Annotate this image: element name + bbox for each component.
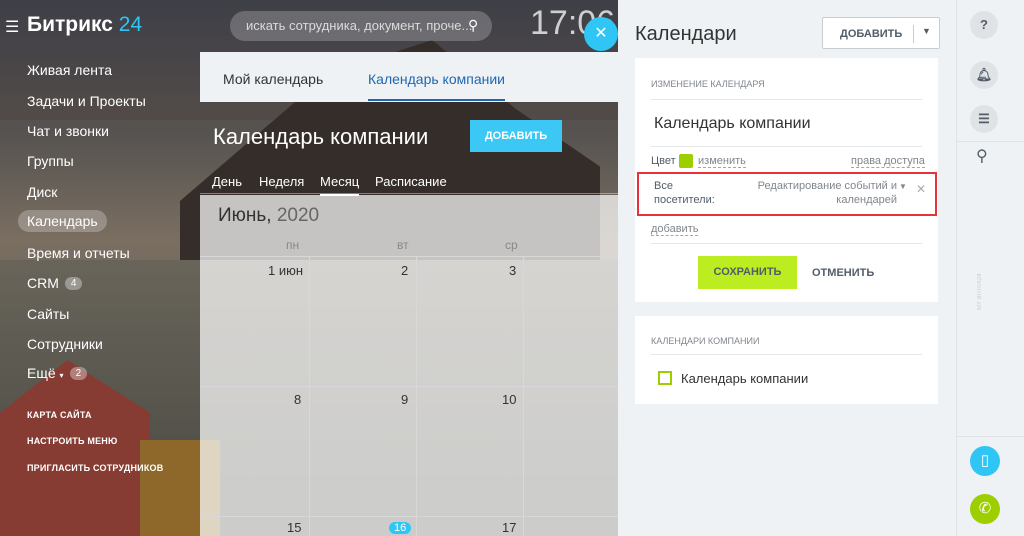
menu-item-calendar[interactable]: Календарь	[18, 210, 107, 232]
panel-add-button[interactable]: ДОБАВИТЬ ▼	[822, 17, 940, 49]
section-title: ИЗМЕНЕНИЕ КАЛЕНДАРЯ	[651, 79, 765, 89]
calendar-add-button[interactable]: ДОБАВИТЬ	[470, 120, 562, 152]
add-access-link[interactable]: добавить	[651, 223, 699, 236]
today-marker[interactable]: 16	[389, 522, 412, 534]
edit-calendar-card: ИЗМЕНЕНИЕ КАЛЕНДАРЯ Календарь компании Ц…	[635, 58, 938, 302]
menu-item-chat[interactable]: Чат и звонки	[27, 123, 109, 139]
weekday-header: пн	[286, 238, 300, 252]
menu-item-groups[interactable]: Группы	[27, 153, 74, 169]
calendar-area: Мой календарь Календарь компании Календа…	[200, 52, 620, 536]
configure-menu-link[interactable]: НАСТРОИТЬ МЕНЮ	[27, 436, 117, 446]
search-input[interactable]: искать сотрудника, документ, проче... ⚲	[230, 11, 492, 41]
menu-item-disk[interactable]: Диск	[27, 184, 57, 200]
mobile-app-icon[interactable]: ▯	[970, 446, 1000, 476]
day-cell[interactable]: 17	[502, 520, 516, 535]
search-icon[interactable]: ⚲	[976, 146, 988, 166]
section-title: КАЛЕНДАРИ КОМПАНИИ	[651, 336, 760, 346]
site-map-link[interactable]: КАРТА САЙТА	[27, 410, 92, 420]
day-cell[interactable]: 8	[294, 392, 301, 407]
remove-icon[interactable]: ✕	[916, 182, 926, 196]
company-calendars-card: КАЛЕНДАРИ КОМПАНИИ Календарь компании	[635, 316, 938, 404]
menu-item-feed[interactable]: Живая лента	[27, 62, 112, 78]
menu-burger-icon[interactable]: ☰	[5, 17, 19, 37]
calendar-name-input[interactable]: Календарь компании	[654, 115, 811, 133]
vertical-label: MY BITRIX24	[977, 273, 983, 310]
tab-my-calendar[interactable]: Мой календарь	[223, 71, 323, 87]
access-row: Все посетители: Редактирование событий ик…	[637, 172, 937, 216]
menu-item-time[interactable]: Время и отчеты	[27, 245, 130, 261]
weekday-header: ср	[505, 238, 518, 252]
tab-company-calendar[interactable]: Календарь компании	[368, 71, 505, 101]
panel-title: Календари	[635, 23, 737, 45]
save-button[interactable]: СОХРАНИТЬ	[698, 256, 797, 289]
month-label: Июнь, 2020	[218, 205, 320, 226]
logo[interactable]: Битрикс 24	[27, 13, 142, 37]
calendar-checkbox[interactable]	[658, 371, 672, 385]
right-toolbar: ? 🔔︎ ☰ ⚲ MY BITRIX24 ▯ ✆	[956, 0, 1024, 536]
menu-item-crm[interactable]: CRM 4	[27, 275, 83, 291]
calendars-panel: Календари ДОБАВИТЬ ▼ ИЗМЕНЕНИЕ КАЛЕНДАРЯ…	[618, 0, 956, 536]
view-week[interactable]: Неделя	[259, 174, 304, 189]
change-color-link[interactable]: изменить	[698, 155, 746, 168]
day-cell[interactable]: 9	[401, 392, 408, 407]
close-icon[interactable]: ✕	[584, 17, 618, 51]
day-cell[interactable]: 1 июн	[268, 263, 303, 278]
day-cell[interactable]: 2	[401, 263, 408, 278]
menu-item-employees[interactable]: Сотрудники	[27, 336, 103, 352]
chevron-down-icon[interactable]: ▼	[922, 26, 931, 36]
view-schedule[interactable]: Расписание	[375, 174, 447, 189]
weekday-header: вт	[397, 238, 409, 252]
color-swatch[interactable]	[679, 154, 693, 168]
menu-item-sites[interactable]: Сайты	[27, 306, 69, 322]
menu-item-more[interactable]: Ещё ▾ 2	[27, 365, 88, 381]
calendar-tabs: Мой календарь Календарь компании	[200, 52, 620, 102]
phone-icon[interactable]: ✆	[970, 494, 1000, 524]
chat-icon[interactable]: ☰	[970, 105, 998, 133]
access-level-select[interactable]: Редактирование событий и календарей	[755, 179, 897, 207]
help-icon[interactable]: ?	[970, 11, 998, 39]
calendar-title: Календарь компании	[213, 124, 429, 149]
menu-item-tasks[interactable]: Задачи и Проекты	[27, 93, 146, 109]
dropdown-arrow-icon[interactable]: ▼	[899, 182, 907, 191]
day-cell[interactable]: 10	[502, 392, 516, 407]
bell-icon[interactable]: 🔔︎	[970, 61, 998, 89]
invite-employees-link[interactable]: ПРИГЛАСИТЬ СОТРУДНИКОВ	[27, 463, 163, 473]
view-month[interactable]: Месяц	[320, 174, 360, 196]
search-icon[interactable]: ⚲	[468, 17, 478, 34]
view-switcher: День Неделя Месяц Расписание	[200, 164, 620, 196]
crm-badge: 4	[64, 277, 83, 290]
month-grid: Июнь, 2020 пн вт ср 1 июн 2 3 8 9 10 15 …	[200, 195, 620, 536]
color-label: Цвет	[651, 155, 676, 167]
top-header: ☰ Битрикс 24 искать сотрудника, документ…	[0, 0, 620, 52]
access-subject: Все посетители:	[654, 180, 715, 206]
view-day[interactable]: День	[212, 174, 242, 189]
day-cell[interactable]: 15	[287, 520, 301, 535]
more-badge: 2	[69, 367, 88, 380]
access-rights-link[interactable]: права доступа	[851, 155, 925, 168]
cancel-button[interactable]: ОТМЕНИТЬ	[812, 267, 874, 279]
day-cell[interactable]: 3	[509, 263, 516, 278]
company-calendar-item[interactable]: Календарь компании	[681, 371, 808, 386]
